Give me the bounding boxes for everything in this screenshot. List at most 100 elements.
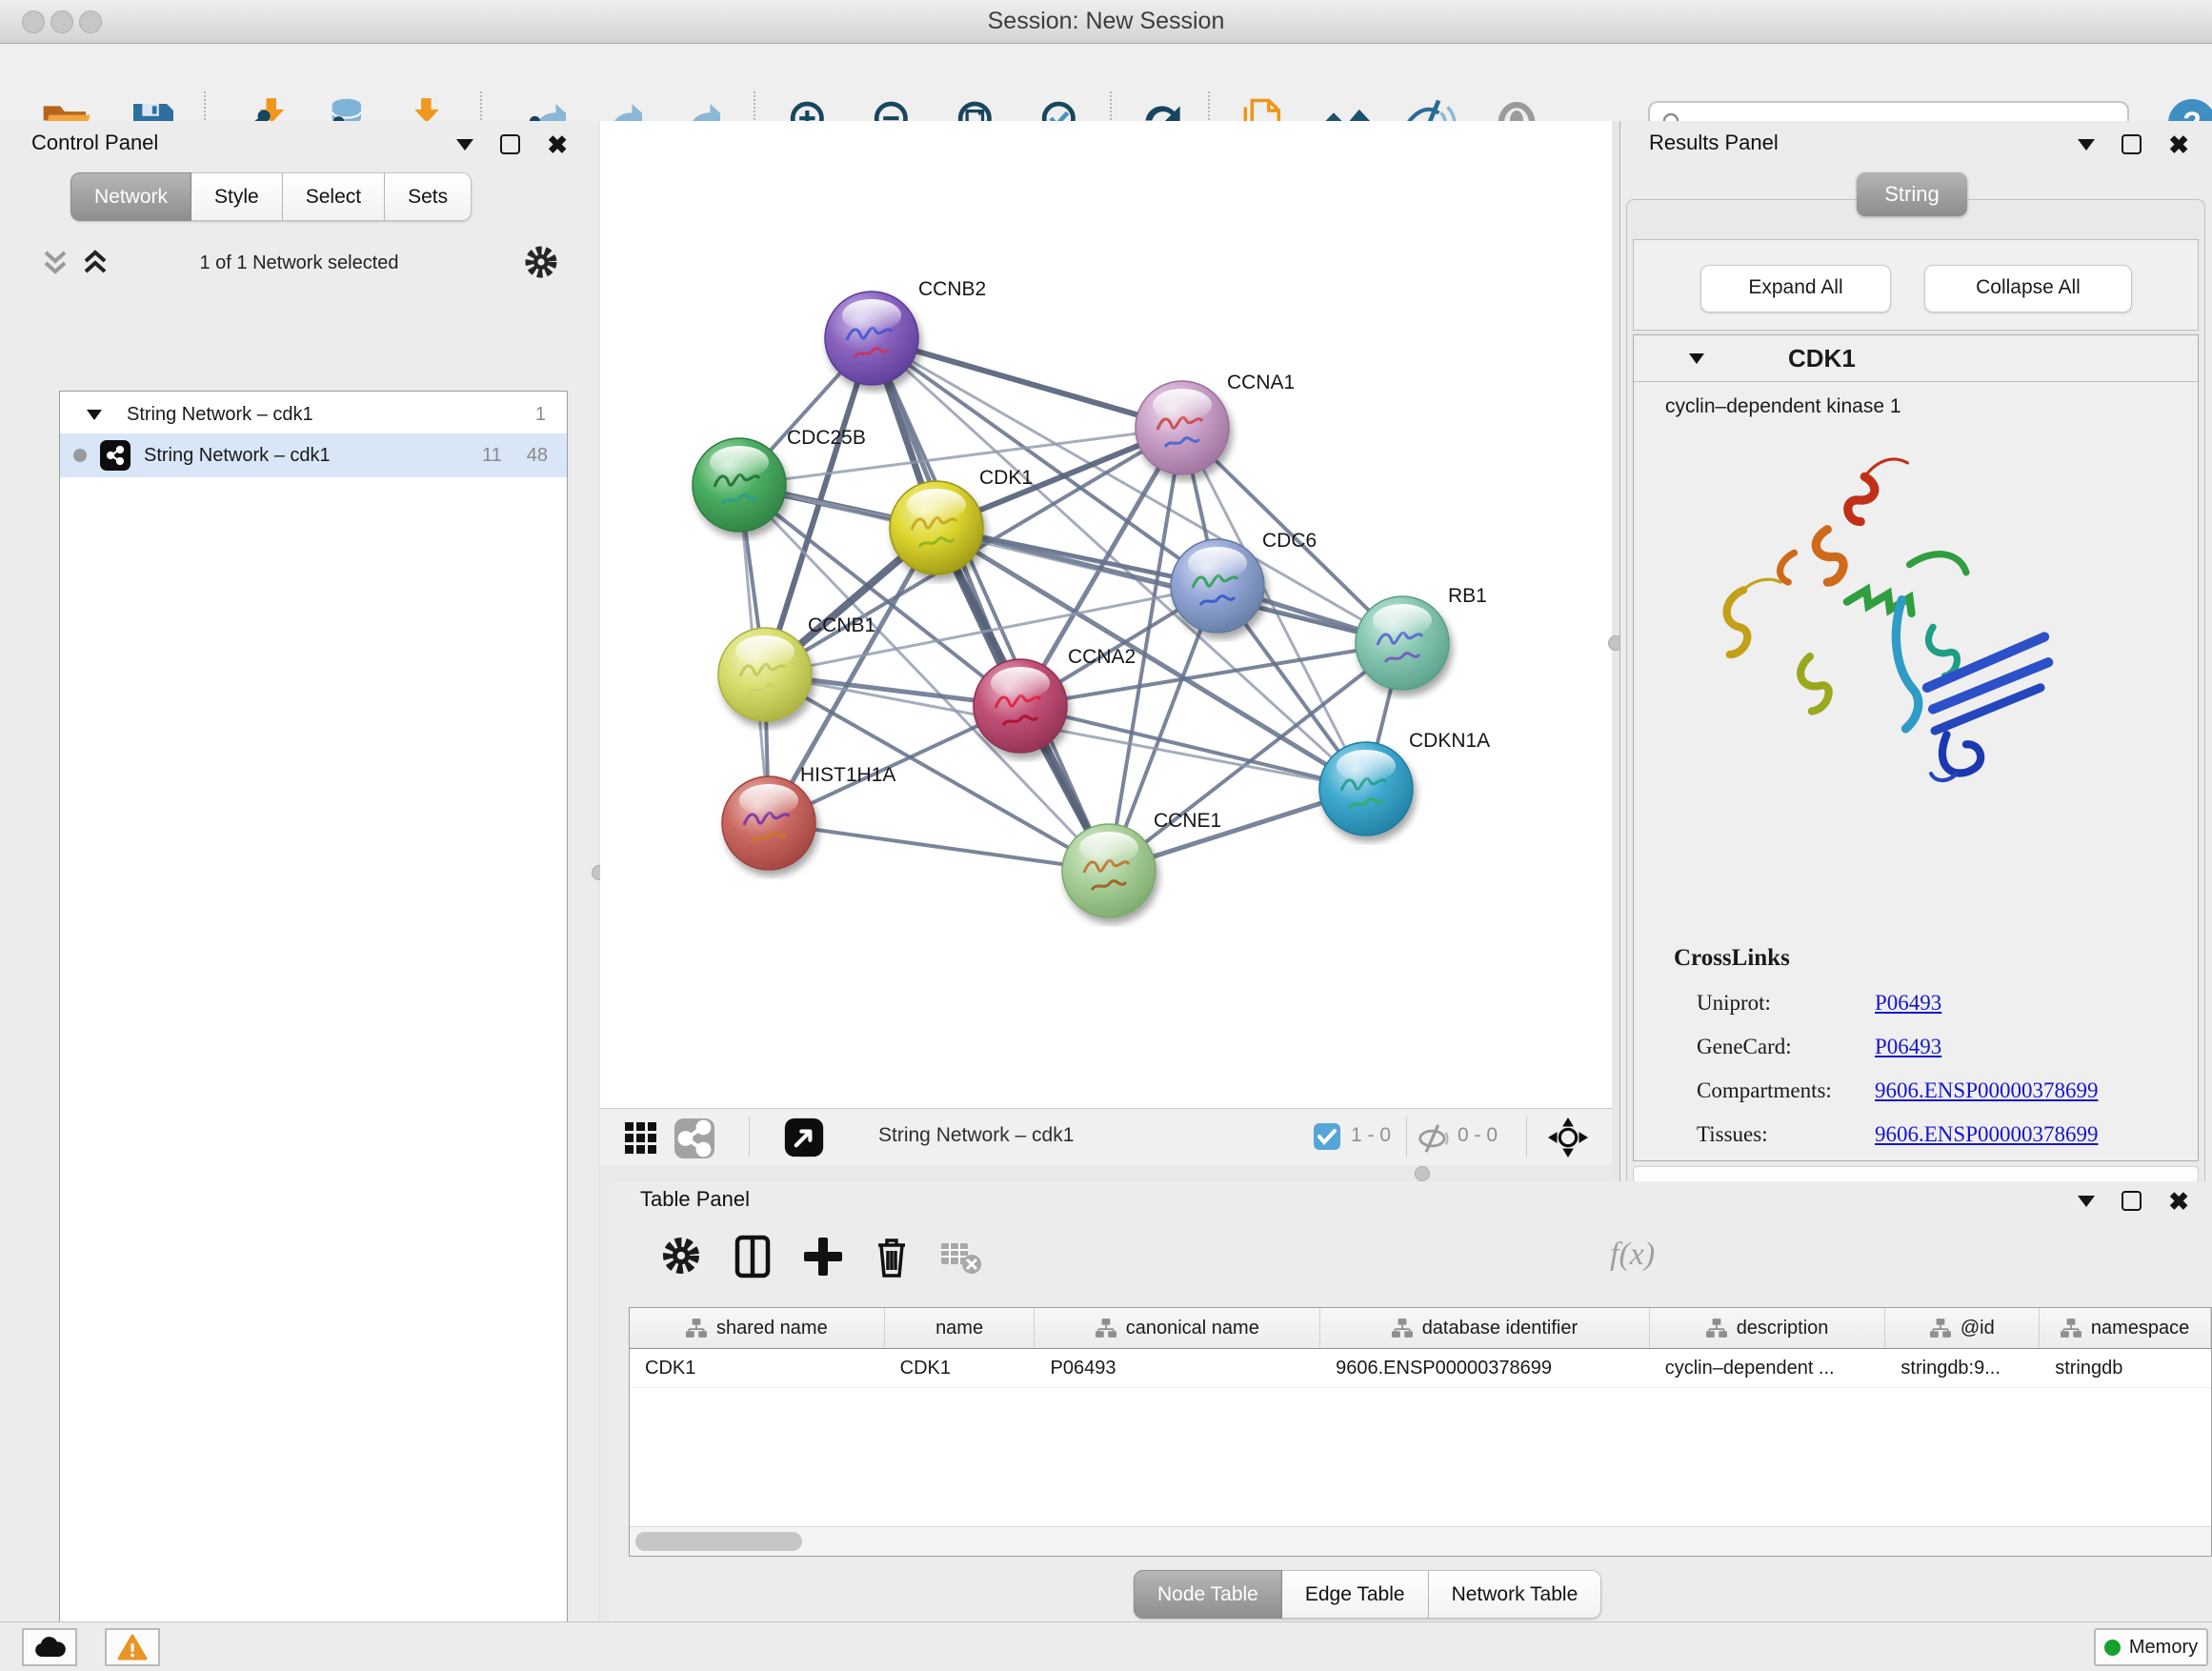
table-cell[interactable]: CDK1 [885,1349,1036,1387]
panel-close-icon[interactable]: ✖ [547,135,568,154]
panel-menu-icon[interactable] [456,139,473,151]
control-panel-title: Control Panel [31,131,158,155]
tab-select[interactable]: Select [283,172,385,221]
memory-button[interactable]: Memory [2094,1628,2208,1666]
protein-section-header[interactable]: CDK1 [1634,335,2198,382]
column-header-name[interactable]: name [885,1308,1036,1348]
crosslink-link[interactable]: 9606.ENSP00000378699 [1875,1122,2099,1146]
column-header-canonical-name[interactable]: canonical name [1035,1308,1320,1348]
column-header-database-identifier[interactable]: database identifier [1320,1308,1650,1348]
crosslink-link[interactable]: 9606.ENSP00000378699 [1875,1078,2099,1102]
network-view-canvas[interactable]: CCNB2CCNA1CDC25BCDK1CDC6RB1CCNB1CCNA2CDK… [600,121,1612,1108]
bottom-splitter-handle[interactable] [1415,1166,1430,1181]
table-options-gear-icon[interactable] [659,1234,709,1283]
section-collapse-icon[interactable] [1689,353,1704,364]
crosslink-row: GeneCard:P06493 [1697,1035,1941,1059]
panel-float-icon[interactable] [2122,1191,2142,1211]
tab-network-table[interactable]: Network Table [1429,1570,1602,1619]
delete-column-trash-icon[interactable] [869,1234,918,1283]
string-network-graph[interactable]: CCNB2CCNA1CDC25BCDK1CDC6RB1CCNB1CCNA2CDK… [600,121,1612,1108]
results-panel-title: Results Panel [1649,131,1779,155]
edge-CCNB2-CCNE1[interactable] [872,338,1109,871]
network-share-icon[interactable] [674,1118,714,1158]
table-cell[interactable]: cyclin–dependent ... [1650,1349,1886,1387]
tab-style[interactable]: Style [191,172,283,221]
network-column-icon [1392,1319,1413,1338]
column-header-label: description [1737,1318,1829,1339]
column-header-description[interactable]: description [1650,1308,1886,1348]
node-count: 11 [482,445,502,467]
tab-edge-table[interactable]: Edge Table [1282,1570,1429,1619]
center-view-crosshair-icon[interactable] [1547,1117,1589,1158]
show-columns-icon[interactable] [730,1234,779,1283]
grid-view-icon[interactable] [623,1120,659,1157]
table-cell[interactable]: P06493 [1035,1349,1320,1387]
crosslink-label: Tissues: [1697,1122,1875,1147]
birdseye-view-icon[interactable] [783,1117,825,1158]
table-panel: Table Panel ✖ f(x) shared namenamecanoni… [610,1181,2212,1621]
panel-close-icon[interactable]: ✖ [2168,1192,2189,1211]
column-header-@id[interactable]: @id [1885,1308,2040,1348]
current-network-title: String Network – cdk1 [878,1124,1074,1147]
table-cell[interactable]: stringdb [2040,1349,2211,1387]
crosslink-link[interactable]: P06493 [1875,1035,1941,1058]
network-options-gear-icon[interactable] [522,243,560,281]
warning-button[interactable] [105,1628,160,1666]
node-label-CCNB2: CCNB2 [918,278,986,300]
collapse-all-button[interactable]: Collapse All [1924,265,2132,312]
panel-float-icon[interactable] [2122,134,2142,154]
protein-structure-image [1700,435,2081,797]
panel-menu-icon[interactable] [2078,139,2095,151]
edge-count: 48 [527,445,548,467]
tab-sets[interactable]: Sets [385,172,472,221]
node-CDK1[interactable]: CDK1 [890,467,1033,574]
selected-count: 1 - 0 [1351,1124,1391,1147]
network-column-icon [686,1319,707,1338]
network-collection-row[interactable]: String Network – cdk1 1 [60,395,567,433]
cloud-button[interactable] [22,1628,77,1666]
crosslink-link[interactable]: P06493 [1875,991,1941,1015]
edge-CDK1-RB1[interactable] [936,528,1402,643]
panel-close-icon[interactable]: ✖ [2168,135,2189,154]
crosslinks-title: CrossLinks [1674,945,1790,972]
table-horizontal-scrollbar[interactable] [630,1526,2211,1556]
node-CCNA1[interactable]: CCNA1 [1136,372,1295,474]
column-header-shared-name[interactable]: shared name [630,1308,885,1348]
edge-HIST1H1A-CCNE1[interactable] [769,823,1109,871]
tab-node-table[interactable]: Node Table [1134,1570,1282,1619]
tab-network[interactable]: Network [70,172,191,221]
delete-table-icon[interactable] [937,1234,987,1283]
network-row-selected[interactable]: String Network – cdk1 11 48 [60,433,567,477]
column-header-label: shared name [716,1318,828,1339]
node-CCNB2[interactable]: CCNB2 [825,278,986,385]
node-CCNB1[interactable]: CCNB1 [718,614,875,721]
collection-count: 1 [535,404,546,426]
scrollbar-thumb[interactable] [635,1532,802,1551]
node-RB1[interactable]: RB1 [1356,585,1487,690]
table-cell[interactable]: stringdb:9... [1885,1349,2040,1387]
selected-nodes-checkbox-icon[interactable] [1314,1123,1340,1150]
crosslink-row: Compartments:9606.ENSP00000378699 [1697,1078,2099,1103]
cytoscape-window: Session: New Session ? Control Panel ✖ N… [0,0,2212,1671]
tree-expand-icon[interactable] [87,410,102,420]
tab-string[interactable]: String [1857,172,1967,216]
network-collection-label: String Network – cdk1 [127,404,313,426]
table-row[interactable]: CDK1CDK1P064939606.ENSP00000378699cyclin… [630,1349,2211,1388]
string-network-icon [100,440,131,471]
expand-all-button[interactable]: Expand All [1700,265,1891,312]
table-cell[interactable]: 9606.ENSP00000378699 [1320,1349,1650,1387]
edge-CCNB2-CCNA1[interactable] [872,338,1182,428]
network-column-icon [2061,1319,2081,1338]
create-column-plus-icon[interactable] [800,1234,850,1283]
column-header-label: namespace [2091,1318,2189,1339]
panel-menu-icon[interactable] [2078,1196,2095,1207]
column-header-namespace[interactable]: namespace [2040,1308,2211,1348]
network-view-toolbar: String Network – cdk1 1 - 0 0 - 0 [600,1108,1612,1165]
node-label-CCNB1: CCNB1 [808,614,875,636]
panel-float-icon[interactable] [500,134,520,154]
protein-section: CDK1 cyclin–dependent kinase 1 [1633,334,2199,1161]
node-HIST1H1A[interactable]: HIST1H1A [722,764,895,870]
node-table[interactable]: shared name name canonical namedatabase id… [629,1307,2212,1557]
table-cell[interactable]: CDK1 [630,1349,885,1387]
column-header-label: name [935,1318,983,1339]
